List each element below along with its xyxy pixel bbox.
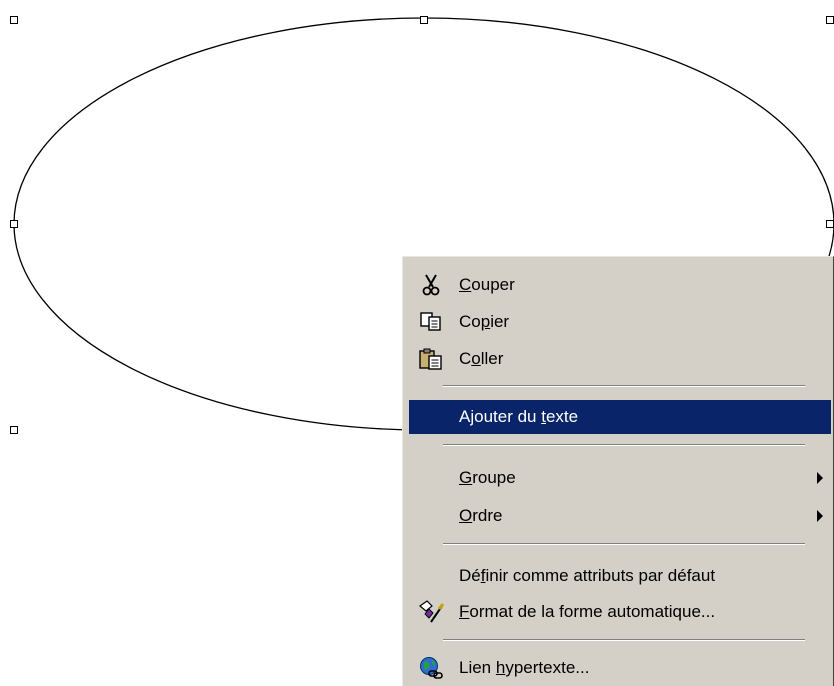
menu-item-copy[interactable]: Copier <box>409 305 829 339</box>
menu-item-add-text[interactable]: Ajouter du texte <box>409 400 831 434</box>
selection-handle-top-right[interactable] <box>826 16 834 24</box>
menu-item-label: Définir comme attributs par défaut <box>459 566 716 585</box>
menu-item-label: Ordre <box>459 506 503 525</box>
menu-separator <box>443 639 805 641</box>
menu-item-label: Lien hypertexte... <box>459 658 590 677</box>
menu-item-label: Groupe <box>459 468 516 487</box>
selection-handle-top-middle[interactable] <box>420 16 428 24</box>
menu-item-label: Couper <box>459 275 515 294</box>
menu-separator <box>443 543 805 545</box>
menu-separator <box>443 444 805 446</box>
menu-item-label: Format de la forme automatique... <box>459 602 716 621</box>
menu-item-label: Copier <box>459 312 510 331</box>
selection-handle-middle-left[interactable] <box>10 220 18 228</box>
menu-item-order[interactable]: Ordre <box>409 499 829 533</box>
paste-icon <box>409 342 453 376</box>
selection-handle-top-left[interactable] <box>10 16 18 24</box>
menu-item-set-default[interactable]: Définir comme attributs par défaut <box>409 559 829 593</box>
menu-item-label: Ajouter du texte <box>459 407 579 426</box>
selection-handle-bottom-left[interactable] <box>10 426 18 434</box>
menu-item-cut[interactable]: Couper <box>409 268 829 302</box>
hyperlink-globe-icon <box>409 651 453 685</box>
copy-icon <box>409 305 453 339</box>
menu-item-label: Coller <box>459 349 504 368</box>
format-shape-icon <box>409 595 453 629</box>
menu-item-hyperlink[interactable]: Lien hypertexte... <box>409 651 829 685</box>
submenu-arrow-icon <box>817 510 823 522</box>
menu-item-paste[interactable]: Coller <box>409 342 829 376</box>
context-menu: Couper Copier Coller Ajouter du texte Gr… <box>402 256 834 686</box>
menu-separator <box>443 385 805 387</box>
submenu-arrow-icon <box>817 472 823 484</box>
menu-item-group[interactable]: Groupe <box>409 461 829 495</box>
selection-handle-middle-right[interactable] <box>826 220 834 228</box>
menu-item-format-autoshape[interactable]: Format de la forme automatique... <box>409 595 829 629</box>
scissors-icon <box>409 268 453 302</box>
